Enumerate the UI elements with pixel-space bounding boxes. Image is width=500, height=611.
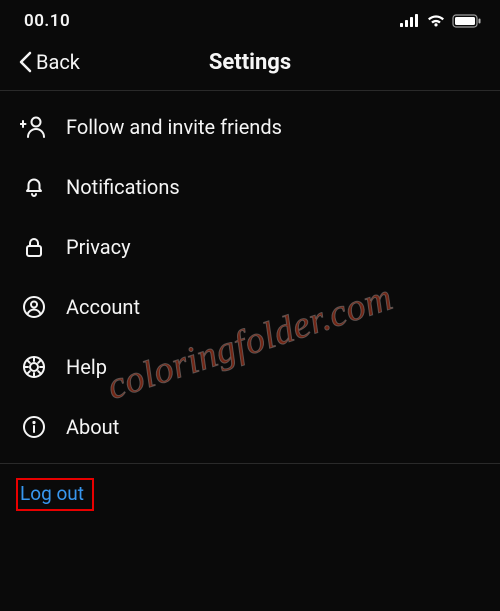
menu-item-help[interactable]: Help	[0, 337, 500, 397]
menu-label: Account	[66, 295, 140, 319]
menu-item-privacy[interactable]: Privacy	[0, 217, 500, 277]
bell-icon	[20, 173, 48, 201]
lock-icon	[20, 233, 48, 261]
menu-item-notifications[interactable]: Notifications	[0, 157, 500, 217]
menu-label: About	[66, 415, 119, 439]
menu-label: Notifications	[66, 175, 180, 199]
cellular-icon	[400, 14, 420, 28]
menu-item-follow-invite[interactable]: Follow and invite friends	[0, 97, 500, 157]
menu-label: Follow and invite friends	[66, 115, 282, 139]
back-button[interactable]: Back	[18, 50, 80, 74]
back-label: Back	[36, 50, 80, 74]
menu-label: Privacy	[66, 235, 131, 259]
info-icon	[20, 413, 48, 441]
page-title: Settings	[209, 50, 291, 75]
status-icons	[400, 14, 482, 28]
add-user-icon	[20, 113, 48, 141]
logout-button[interactable]: Log out	[16, 478, 94, 511]
wifi-icon	[426, 14, 446, 28]
menu-label: Help	[66, 355, 107, 379]
status-bar: 00.10	[0, 0, 500, 40]
status-time: 00.10	[24, 11, 70, 31]
help-icon	[20, 353, 48, 381]
account-icon	[20, 293, 48, 321]
battery-icon	[452, 14, 482, 28]
menu-item-account[interactable]: Account	[0, 277, 500, 337]
nav-bar: Back Settings	[0, 40, 500, 91]
chevron-left-icon	[18, 51, 32, 73]
settings-menu: Follow and invite friends Notifications …	[0, 91, 500, 464]
logout-row: Log out	[0, 464, 500, 525]
menu-item-about[interactable]: About	[0, 397, 500, 457]
